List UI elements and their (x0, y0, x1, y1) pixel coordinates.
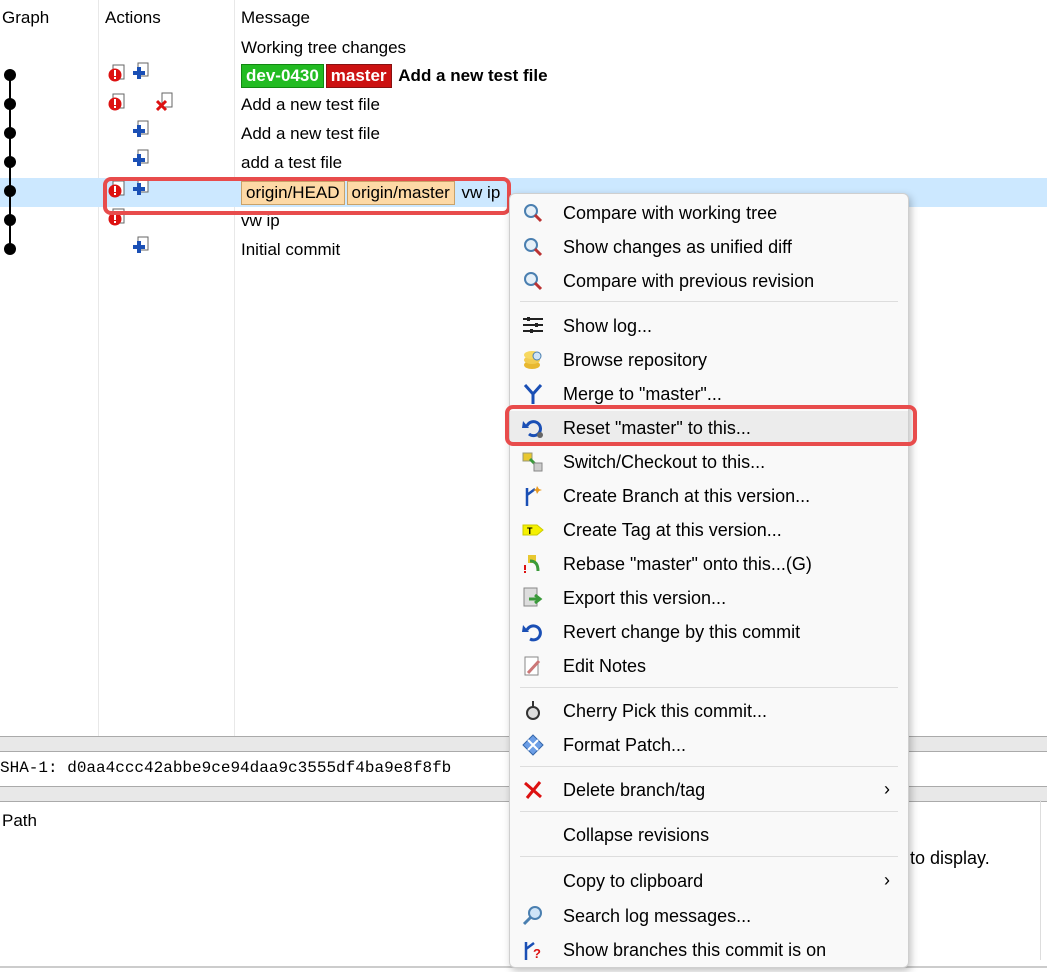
modified-file-icon (108, 93, 125, 111)
cherry-pick-icon (526, 701, 540, 720)
sha-label: SHA-1: d0aa4ccc42abbe9ce94daa9c3555df4ba… (0, 759, 452, 777)
graph-node (4, 156, 16, 168)
menu-item-edit-notes[interactable]: Edit Notes (510, 649, 908, 682)
menu-item-rebase[interactable]: Rebase "master" onto this...(G) (510, 547, 908, 580)
magnifier-icon (524, 238, 543, 257)
menu-item-format-patch[interactable]: Format Patch... (510, 728, 908, 761)
highlight-box-selected-row (103, 177, 511, 215)
svg-text:?: ? (533, 946, 541, 961)
search-icon (522, 906, 542, 926)
tag-icon: T (522, 524, 544, 536)
menu-item-show-log[interactable]: Show log... (510, 309, 908, 342)
menu-item-browse-repository[interactable]: Browse repository (510, 343, 908, 376)
menu-separator (520, 301, 898, 302)
log-row[interactable]: dev-0430 master Add a new test file (0, 62, 1047, 91)
merge-icon (523, 384, 543, 404)
modified-file-icon (108, 64, 125, 82)
column-divider (1040, 800, 1041, 960)
commit-message: Initial commit (241, 240, 341, 259)
magnifier-icon (524, 204, 543, 223)
commit-message: Working tree changes (241, 38, 407, 57)
export-icon (523, 587, 543, 607)
submenu-arrow-icon: › (884, 779, 890, 799)
menu-item-unified-diff[interactable]: Show changes as unified diff (510, 230, 908, 263)
revert-icon (522, 624, 542, 642)
menu-item-compare-working-tree[interactable]: Compare with working tree (510, 196, 908, 229)
branch-badge-master[interactable]: master (325, 64, 392, 88)
column-header-message[interactable]: Message (241, 8, 310, 28)
menu-item-show-branches[interactable]: ? Show branches this commit is on (510, 933, 908, 966)
graph-node (4, 69, 16, 81)
log-row[interactable]: Add a new test file (0, 120, 1047, 149)
graph-node (4, 243, 16, 255)
menu-item-revert[interactable]: Revert change by this commit (510, 615, 908, 648)
column-header-path[interactable]: Path (2, 811, 37, 831)
log-row-working-tree[interactable]: Working tree changes (0, 34, 1047, 63)
repo-icon (524, 351, 542, 369)
menu-separator (520, 766, 898, 767)
added-file-icon (133, 120, 149, 137)
commit-message: Add a new test file (241, 124, 380, 143)
menu-item-cherry-pick[interactable]: Cherry Pick this commit... (510, 694, 908, 727)
notes-icon (524, 656, 541, 676)
switch-icon (522, 452, 543, 472)
branch-badge-dev-0430[interactable]: dev-0430 (241, 64, 324, 88)
graph-node (4, 185, 16, 197)
commit-message: add a test file (241, 153, 343, 172)
empty-files-message: to display. (910, 848, 990, 868)
graph-node (4, 127, 16, 139)
added-file-icon (133, 62, 149, 79)
highlight-box-reset-item (505, 405, 917, 446)
column-header-actions[interactable]: Actions (105, 8, 161, 28)
menu-item-search-log[interactable]: Search log messages... (510, 899, 908, 932)
added-file-icon (133, 236, 149, 253)
menu-separator (520, 687, 898, 688)
deleted-file-icon (156, 92, 173, 112)
patch-icon (522, 734, 544, 756)
menu-item-collapse-revisions[interactable]: Collapse revisions (510, 818, 908, 851)
log-row[interactable]: add a test file (0, 149, 1047, 178)
delete-icon (524, 781, 542, 799)
branch-icon (525, 486, 542, 506)
menu-item-delete-branch-tag[interactable]: Delete branch/tag › (510, 773, 908, 806)
log-icon (523, 317, 543, 333)
branches-icon: ? (524, 942, 541, 961)
magnifier-icon (524, 272, 543, 291)
graph-node (4, 98, 16, 110)
commit-message: Add a new test file (241, 95, 380, 114)
rebase-icon (524, 555, 540, 573)
svg-text:T: T (527, 526, 533, 536)
menu-item-export[interactable]: Export this version... (510, 581, 908, 614)
menu-item-compare-previous[interactable]: Compare with previous revision (510, 264, 908, 297)
added-file-icon (133, 149, 149, 166)
menu-item-switch-checkout[interactable]: Switch/Checkout to this... (510, 445, 908, 478)
commit-message: Add a new test file (398, 66, 548, 85)
menu-item-create-tag[interactable]: T Create Tag at this version... (510, 513, 908, 546)
menu-separator (520, 811, 898, 812)
context-menu: Compare with working tree Show changes a… (509, 193, 909, 968)
menu-item-copy-clipboard[interactable]: Copy to clipboard › (510, 864, 908, 897)
menu-item-create-branch[interactable]: Create Branch at this version... (510, 479, 908, 512)
menu-separator (520, 856, 898, 857)
graph-node (4, 214, 16, 226)
column-header-graph[interactable]: Graph (2, 8, 49, 28)
submenu-arrow-icon: › (884, 870, 890, 890)
